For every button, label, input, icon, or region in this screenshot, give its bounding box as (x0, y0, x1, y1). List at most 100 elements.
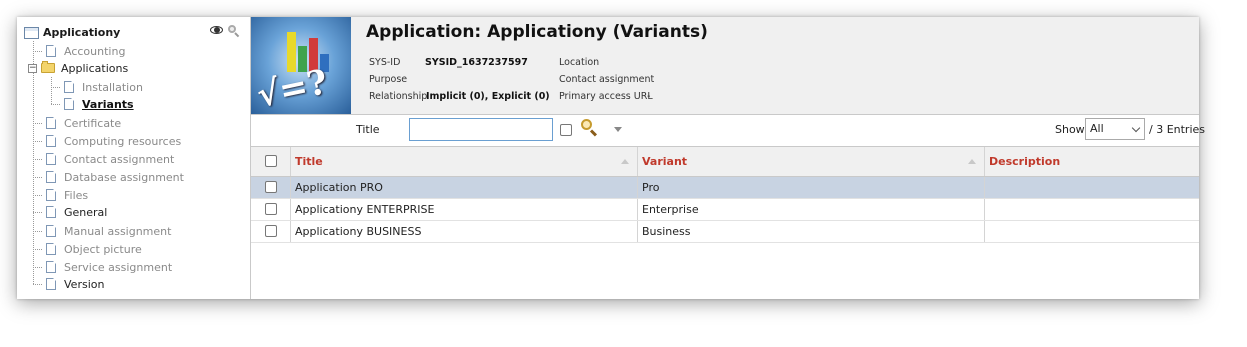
cell-description (985, 177, 1199, 198)
tree-connector (51, 103, 60, 105)
row-select-cell (251, 177, 291, 198)
document-icon (46, 206, 56, 218)
entries-count: / 3 Entries (1149, 123, 1206, 136)
sidebar-item-label: Applications (61, 61, 129, 75)
dropdown-arrow-icon[interactable] (614, 127, 622, 132)
sidebar-item-variants[interactable]: Variants (51, 96, 134, 112)
sort-icon (968, 159, 976, 164)
cell-description (985, 221, 1199, 242)
column-header-label: Description (989, 155, 1061, 168)
sidebar-item-version[interactable]: Version (33, 276, 104, 292)
column-header-variant[interactable]: Variant (638, 147, 985, 176)
show-select[interactable]: All (1085, 118, 1145, 140)
document-icon (64, 98, 74, 110)
purpose-label: Purpose (369, 74, 408, 85)
cell-title: Applicationy ENTERPRISE (291, 199, 638, 220)
sysid-label: SYS-ID (369, 57, 401, 68)
cell-title: Application PRO (291, 177, 638, 198)
search-icon[interactable] (581, 119, 597, 135)
document-icon (46, 278, 56, 290)
object-header: √=? Application: Applicationy (Variants)… (251, 17, 1199, 115)
sidebar-item-object-picture[interactable]: Object picture (33, 241, 142, 257)
sidebar-item-label: General (64, 205, 108, 219)
relationship-label: Relationship (369, 91, 428, 102)
eye-icon[interactable] (210, 25, 224, 35)
show-select-value: All (1090, 122, 1104, 135)
sidebar-item-label: Manual assignment (64, 224, 172, 238)
document-icon (46, 171, 56, 183)
primary-access-url-label: Primary access URL (559, 91, 653, 102)
sidebar-item-label: Installation (82, 80, 143, 94)
document-icon (46, 225, 56, 237)
filter-checkbox[interactable] (560, 124, 572, 136)
document-icon (46, 261, 56, 273)
cell-variant: Pro (638, 177, 985, 198)
sidebar-item-files[interactable]: Files (33, 187, 88, 203)
row-checkbox[interactable] (265, 225, 277, 237)
sidebar-item-label: Computing resources (64, 134, 182, 148)
tree-connector (33, 158, 42, 160)
document-icon (46, 45, 56, 57)
sidebar-item-manual-assignment[interactable]: Manual assignment (33, 223, 171, 239)
collapse-icon[interactable]: − (28, 63, 37, 73)
document-icon (46, 189, 56, 201)
sidebar-item-computing-resources[interactable]: Computing resources (33, 133, 181, 149)
column-header-title[interactable]: Title (291, 147, 638, 176)
sidebar-item-label: Certificate (64, 116, 122, 130)
tree-connector (33, 140, 42, 142)
sidebar-item-database-assignment[interactable]: Database assignment (33, 169, 184, 185)
navigation-tree: Applicationy Accounting − Applications I… (17, 17, 251, 299)
cell-variant: Business (638, 221, 985, 242)
sidebar-item-general[interactable]: General (33, 204, 107, 220)
show-label: Show (1055, 123, 1085, 136)
sidebar-item-applications[interactable]: − Applications (28, 60, 128, 76)
sidebar-item-accounting[interactable]: Accounting (33, 43, 125, 59)
cell-variant: Enterprise (638, 199, 985, 220)
table-row[interactable]: Application PRO Pro (251, 177, 1199, 199)
tree-tools (210, 25, 240, 37)
row-select-cell (251, 199, 291, 220)
sidebar-item-label: Contact assignment (64, 152, 175, 166)
tree-connector (33, 50, 42, 52)
cell-description (985, 199, 1199, 220)
sidebar-item-label: Service assignment (64, 260, 173, 274)
column-header-description[interactable]: Description (985, 147, 1199, 176)
tree-root-label: Applicationy (43, 26, 121, 39)
document-icon (46, 135, 56, 147)
logo-bar (287, 32, 296, 72)
sidebar-item-label: Variants (82, 97, 134, 111)
document-icon (46, 153, 56, 165)
sidebar-item-label: Files (64, 188, 89, 202)
sidebar-item-label: Database assignment (64, 170, 184, 184)
sysid-value: SYSID_1637237597 (425, 57, 528, 68)
sort-icon (621, 159, 629, 164)
document-icon (46, 243, 56, 255)
chevron-down-icon (1131, 123, 1141, 133)
column-header-label: Title (295, 155, 323, 168)
select-all-cell (251, 147, 291, 176)
sidebar-item-certificate[interactable]: Certificate (33, 115, 121, 131)
title-filter-input[interactable] (409, 118, 553, 141)
search-icon[interactable] (228, 25, 240, 37)
title-filter-label: Title (356, 123, 380, 136)
column-header-label: Variant (642, 155, 688, 168)
tree-connector (33, 211, 42, 213)
sidebar-item-installation[interactable]: Installation (51, 79, 143, 95)
row-checkbox[interactable] (265, 203, 277, 215)
sidebar-item-label: Version (64, 277, 105, 291)
tree-root[interactable]: Applicationy (24, 25, 120, 40)
tree-connector (51, 86, 60, 88)
row-select-cell (251, 221, 291, 242)
tree-connector (33, 176, 42, 178)
cell-title: Applicationy BUSINESS (291, 221, 638, 242)
table-row[interactable]: Applicationy BUSINESS Business (251, 221, 1199, 243)
filter-bar: Title Show All / 3 Entries (251, 115, 1205, 147)
sidebar-item-service-assignment[interactable]: Service assignment (33, 259, 172, 275)
document-icon (46, 117, 56, 129)
document-icon (64, 81, 74, 93)
table-row[interactable]: Applicationy ENTERPRISE Enterprise (251, 199, 1199, 221)
row-checkbox[interactable] (265, 181, 277, 193)
sidebar-item-contact-assignment[interactable]: Contact assignment (33, 151, 174, 167)
select-all-checkbox[interactable] (265, 155, 277, 167)
primary-access-url-value: - (647, 91, 651, 102)
